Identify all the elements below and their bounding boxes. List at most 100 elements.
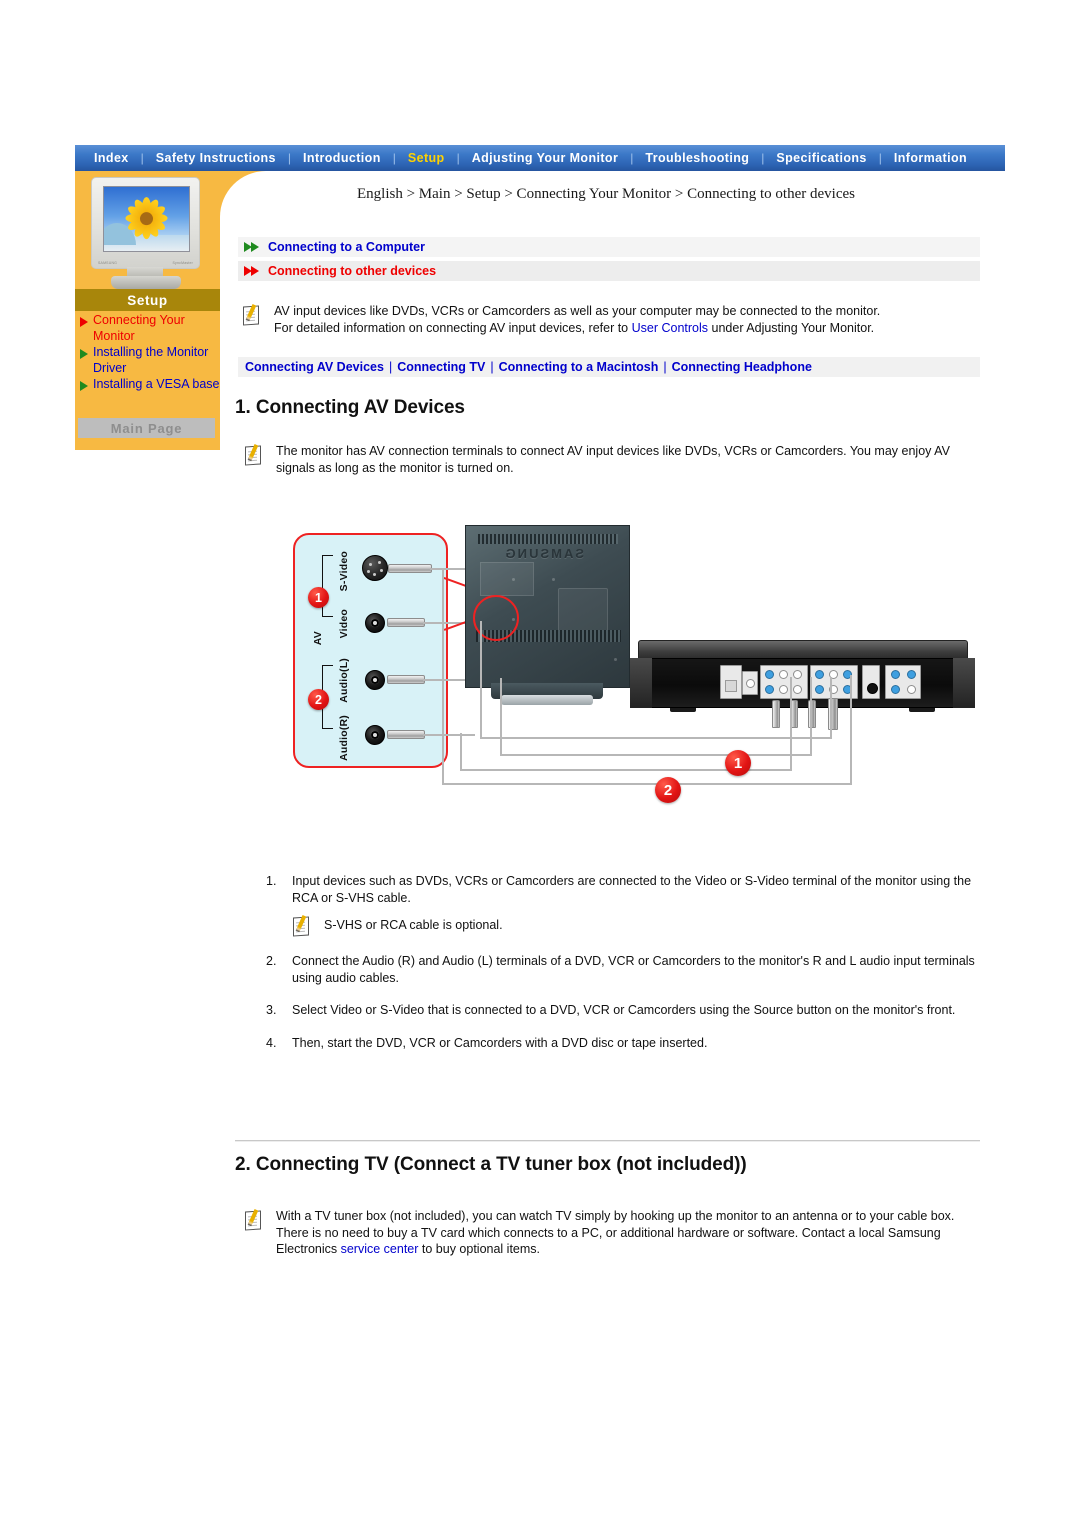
audio-r-cable [423, 733, 475, 736]
monitor-base [111, 276, 181, 289]
sidebar-section-label: Setup [75, 289, 220, 311]
step-number: 3. [266, 1003, 277, 1017]
notepad-pencil-icon [244, 1209, 266, 1231]
device-top-panel [638, 640, 968, 660]
cable-run-vertical-6 [790, 677, 792, 771]
port-label-s-video: S-Video [338, 551, 350, 592]
nav-item-setup[interactable]: Setup [397, 151, 456, 165]
main-page-button[interactable]: Main Page [78, 418, 215, 438]
top-navigation-bar: Index | Safety Instructions | Introducti… [75, 145, 1005, 171]
cable-run-vertical-1 [480, 621, 482, 739]
port-group-label-av: AV [312, 631, 324, 646]
s-video-jack [362, 555, 388, 581]
sidebar-item-connecting-your-monitor[interactable]: Connecting Your Monitor [78, 313, 220, 344]
intro-note-line1: AV input devices like DVDs, VCRs or Camc… [274, 304, 881, 318]
list-item: 2. Connect the Audio (R) and Audio (L) t… [266, 953, 981, 986]
subnav-link-connecting-tv[interactable]: Connecting TV [397, 360, 485, 374]
monitor-bezel: SAMSUNG SyncMaster [91, 177, 200, 269]
cable-run-vertical-2 [830, 677, 832, 739]
nav-item-introduction[interactable]: Introduction [292, 151, 392, 165]
device-jack-block-3 [760, 665, 808, 699]
device-rca-plug-1 [772, 700, 780, 728]
port-label-audio-l: Audio(L) [338, 658, 350, 703]
subnav-link-connecting-headphone[interactable]: Connecting Headphone [672, 360, 812, 374]
callout-badge-2: 2 [308, 689, 329, 710]
list-item: 3. Select Video or S-Video that is conne… [266, 1002, 981, 1019]
nav-item-index[interactable]: Index [83, 151, 140, 165]
subnav-separator: | [490, 360, 494, 374]
cable-run-vertical-7 [442, 569, 444, 719]
audio-l-plug [387, 675, 425, 684]
audio-l-jack [365, 670, 385, 690]
nav-item-adjusting-your-monitor[interactable]: Adjusting Your Monitor [461, 151, 630, 165]
step-text: Then, start the DVD, VCR or Camcorders w… [292, 1035, 708, 1050]
port-label-video: Video [338, 609, 350, 639]
topic-link-connecting-to-a-computer[interactable]: Connecting to a Computer [238, 237, 980, 257]
list-item: 4. Then, start the DVD, VCR or Camcorder… [266, 1035, 981, 1052]
callout-badge-1: 1 [308, 587, 329, 608]
monitor-rear-view: SAMSUNG [465, 525, 640, 720]
double-arrow-icon [244, 266, 259, 276]
monitor-screen [103, 186, 190, 252]
section-1-note-text: The monitor has AV connection terminals … [276, 444, 950, 475]
subnav-link-connecting-av-devices[interactable]: Connecting AV Devices [245, 360, 384, 374]
s-video-plug [388, 564, 432, 573]
section-subnav: Connecting AV Devices | Connecting TV | … [238, 357, 980, 377]
sidebar-item-label: Installing a VESA base [93, 377, 220, 391]
service-center-link[interactable]: service center [341, 1242, 419, 1256]
step-number: 4. [266, 1035, 277, 1050]
sidebar-item-label: Connecting Your Monitor [93, 313, 185, 343]
audio-r-jack [365, 725, 385, 745]
monitor-model-label: SyncMaster [172, 261, 193, 265]
sidebar-item-installing-the-monitor-driver[interactable]: Installing the Monitor Driver [78, 345, 220, 376]
section-1-heading: 1. Connecting AV Devices [235, 397, 465, 418]
user-controls-link[interactable]: User Controls [632, 321, 708, 335]
nav-item-safety-instructions[interactable]: Safety Instructions [145, 151, 287, 165]
manual-page: Index | Safety Instructions | Introducti… [0, 0, 1080, 1528]
dvd-vcr-device [630, 640, 975, 730]
group-bracket-1 [322, 555, 333, 617]
topic-link-connecting-to-other-devices[interactable]: Connecting to other devices [238, 261, 980, 281]
cable-run-vertical-8 [442, 719, 444, 785]
intro-note-text: AV input devices like DVDs, VCRs or Camc… [274, 303, 880, 336]
intro-note: AV input devices like DVDs, VCRs or Camc… [242, 303, 982, 336]
instruction-list: 1. Input devices such as DVDs, VCRs or C… [266, 873, 981, 1067]
device-side-right [953, 658, 975, 708]
nav-item-troubleshooting[interactable]: Troubleshooting [634, 151, 760, 165]
cable-run-vertical-3 [500, 678, 502, 756]
device-jack-block-2 [742, 671, 758, 695]
subnav-separator: | [663, 360, 667, 374]
breadcrumb: English > Main > Setup > Connecting Your… [357, 186, 855, 202]
device-jack-block-5 [862, 665, 880, 699]
cable-badge-2: 2 [655, 777, 681, 803]
device-jack-block-6 [885, 665, 921, 699]
monitor-thumbnail-image: SAMSUNG SyncMaster [87, 177, 204, 289]
sidebar-item-label: Installing the Monitor Driver [93, 345, 209, 375]
nav-item-specifications[interactable]: Specifications [765, 151, 877, 165]
cable-run-vertical-4 [810, 677, 812, 756]
port-label-audio-r: Audio(R) [338, 715, 350, 761]
subnav-link-connecting-to-a-macintosh[interactable]: Connecting to a Macintosh [499, 360, 659, 374]
step-text: Select Video or S-Video that is connecte… [292, 1003, 956, 1017]
notepad-pencil-icon [242, 304, 264, 326]
topic-label: Connecting to a Computer [268, 240, 425, 254]
monitor-rear-stand [501, 695, 593, 705]
sidebar-item-installing-a-vesa-base[interactable]: Installing a VESA base [78, 377, 220, 393]
intro-note-line2-after: under Adjusting Your Monitor. [708, 320, 875, 335]
section-2-note-after: to buy optional items. [418, 1242, 541, 1256]
triangle-bullet-icon [80, 317, 88, 327]
sunflower-center [140, 211, 153, 225]
audio-r-plug [387, 730, 425, 739]
step-number: 1. [266, 874, 277, 888]
step-text: Input devices such as DVDs, VCRs or Camc… [292, 874, 972, 905]
video-jack [365, 613, 385, 633]
monitor-brand-label: SAMSUNG [98, 261, 118, 265]
section-2-note: With a TV tuner box (not included), you … [244, 1208, 980, 1258]
nav-item-information[interactable]: Information [883, 151, 978, 165]
cable-run-horizontal-2 [500, 754, 812, 756]
inline-note: S-VHS or RCA cable is optional. [292, 914, 981, 937]
section-2-heading: 2. Connecting TV (Connect a TV tuner box… [235, 1154, 747, 1175]
cable-run-horizontal-4 [442, 783, 852, 785]
video-plug [387, 618, 425, 627]
audio-l-cable [423, 678, 465, 681]
